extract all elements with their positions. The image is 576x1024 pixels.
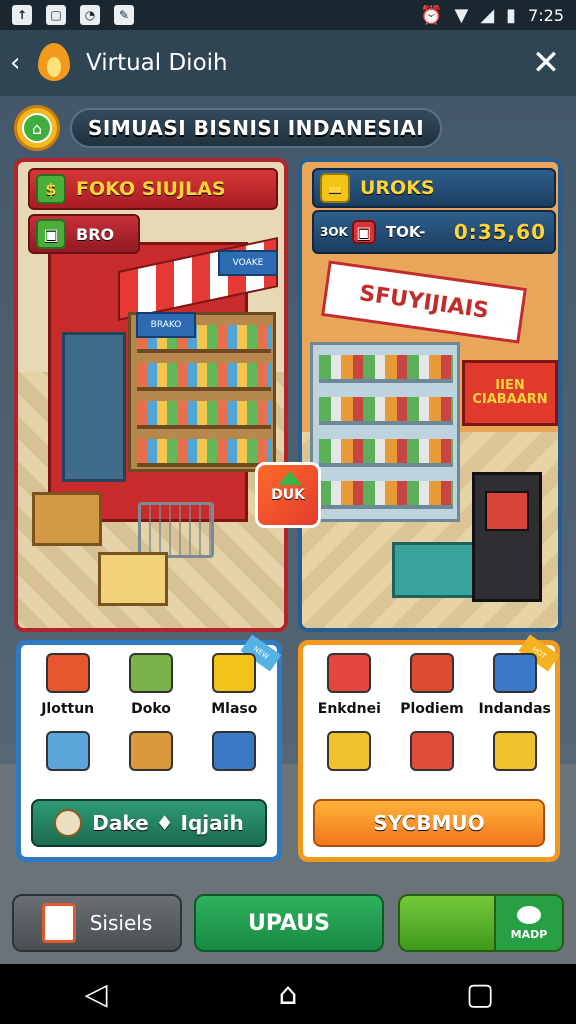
nav-home-icon[interactable]: ⌂: [258, 977, 318, 1012]
home-icon: ⌂: [22, 113, 52, 143]
left-item[interactable]: [112, 731, 189, 803]
left-item[interactable]: Doko: [112, 653, 189, 725]
bottom-toolbar: Sisiels UPAUS MADP: [0, 894, 576, 956]
cart-goods: [98, 552, 168, 606]
left-item-grid: Jlottun Doko Mlaso: [29, 653, 273, 803]
cash-icon: [128, 653, 173, 693]
forklift-icon: [327, 731, 372, 771]
truck-icon: ▬: [320, 173, 350, 203]
right-item-label: Enkdnei: [317, 701, 381, 717]
left-item[interactable]: [29, 731, 106, 803]
magnifier-icon: [327, 653, 372, 693]
status-bar: ↑ ▢ ◔ ✎ ⏰ ▼ ◢ ▮ 7:25: [0, 0, 576, 30]
solar-panel-icon: [492, 653, 537, 693]
right-shop-card: HOT Enkdnei Plodiem Indandas SYCBMUO: [298, 634, 560, 862]
right-item[interactable]: [311, 731, 388, 803]
brush-icon: ✎: [114, 5, 134, 25]
van-icon: [212, 731, 257, 771]
right-store-panel[interactable]: SFUYIJIAIS IIEN CIABAARN ▬ UROKS 3OK ▣ T…: [298, 158, 562, 632]
taxi-icon: [212, 653, 257, 693]
alarm-icon: ⏰: [420, 4, 443, 26]
cash-icon: $: [36, 174, 66, 204]
map-pin-icon: [517, 905, 541, 924]
right-shelves: [310, 342, 460, 522]
awning-sign: VOAKE: [218, 250, 278, 276]
left-shop-name: $ FOKO SIUJLAS: [28, 168, 278, 210]
crate-icon: [128, 731, 173, 771]
left-item[interactable]: Mlaso: [196, 653, 273, 725]
app-title: Virtual Dioih: [86, 50, 228, 76]
home-badge[interactable]: ⌂: [14, 105, 60, 151]
app-bar: ‹ Virtual Dioih ✕: [0, 30, 576, 96]
nav-back-icon[interactable]: ◁: [66, 977, 126, 1012]
shelf-sign: BRAKO: [136, 312, 196, 338]
right-item-label: Plodiem: [400, 701, 464, 717]
boxes-icon: [45, 731, 90, 771]
game-title: SIMUASI BISNISI INDANESIAI: [70, 108, 443, 148]
left-shop-sub: ▣ BRO: [28, 214, 140, 254]
report-icon: [41, 903, 76, 943]
left-item[interactable]: [196, 731, 273, 803]
left-item-label: Doko: [131, 701, 171, 717]
signal-icon: ◢: [480, 4, 495, 26]
right-shop-name: ▬ UROKS: [312, 168, 556, 208]
side-sign: IIEN CIABAARN: [462, 360, 558, 426]
flame-logo-icon: [36, 43, 72, 83]
cloud-upload-icon: ↑: [12, 5, 32, 25]
map-button[interactable]: MADP: [494, 896, 562, 950]
center-badge[interactable]: DUK: [255, 462, 321, 528]
produce-crate: [32, 492, 102, 546]
stats-button[interactable]: Sisiels: [12, 894, 182, 952]
right-item-grid: Enkdnei Plodiem Indandas: [311, 653, 553, 803]
right-item[interactable]: Enkdnei: [311, 653, 388, 725]
nav-recents-icon[interactable]: ▢: [450, 977, 510, 1012]
left-item-label: Jlottun: [41, 701, 95, 717]
cab-icon: [492, 731, 537, 771]
atm-machine: [472, 472, 542, 602]
right-item[interactable]: [476, 731, 553, 803]
right-item[interactable]: Plodiem: [394, 653, 471, 725]
upgrade-button[interactable]: UPAUS: [194, 894, 384, 952]
store-door: [62, 332, 126, 482]
coin-icon: [54, 809, 83, 837]
right-card-button[interactable]: SYCBMUO: [313, 799, 545, 847]
right-shop-balance: 3OK ▣ TOK- 0:35,60: [312, 210, 556, 254]
screenshot-icon: ▢: [46, 5, 66, 25]
left-store-panel[interactable]: VOAKE BRAKO $ FOKO SIUJLAS ▣ BRO: [14, 158, 288, 632]
left-item-label: Mlaso: [211, 701, 258, 717]
wifi-icon: ▼: [454, 4, 469, 26]
right-item[interactable]: Indandas: [476, 653, 553, 725]
left-card-button[interactable]: Dake ♦ Iqjaih: [31, 799, 267, 847]
status-time: 7:25: [528, 5, 564, 25]
back-icon[interactable]: ‹: [10, 48, 30, 78]
truck-icon: [45, 653, 90, 693]
game-header: ⌂ SIMUASI BISNISI INDANESIAI: [14, 104, 562, 152]
green-action-button[interactable]: MADP: [398, 894, 564, 952]
left-item[interactable]: Jlottun: [29, 653, 106, 725]
clock-notify-icon: ◔: [80, 5, 100, 25]
right-item-label: Indandas: [478, 701, 551, 717]
android-nav-bar: ◁ ⌂ ▢: [0, 964, 576, 1024]
package-icon: ▣: [351, 220, 376, 244]
box-icon: [409, 653, 454, 693]
game-scene: ⌂ SIMUASI BISNISI INDANESIAI VOAKE BRAKO…: [0, 96, 576, 964]
right-item[interactable]: [394, 731, 471, 803]
close-icon[interactable]: ✕: [526, 43, 566, 83]
battery-icon: ▮: [506, 4, 517, 26]
shopping-cart-icon: [138, 502, 214, 558]
left-shop-card: NEW Jlottun Doko Mlaso Dake ♦ Iqjaih: [16, 634, 282, 862]
box-icon: ▣: [36, 219, 66, 249]
money-value: 0:35,60: [453, 220, 546, 244]
delivery-truck-icon: [409, 731, 454, 771]
